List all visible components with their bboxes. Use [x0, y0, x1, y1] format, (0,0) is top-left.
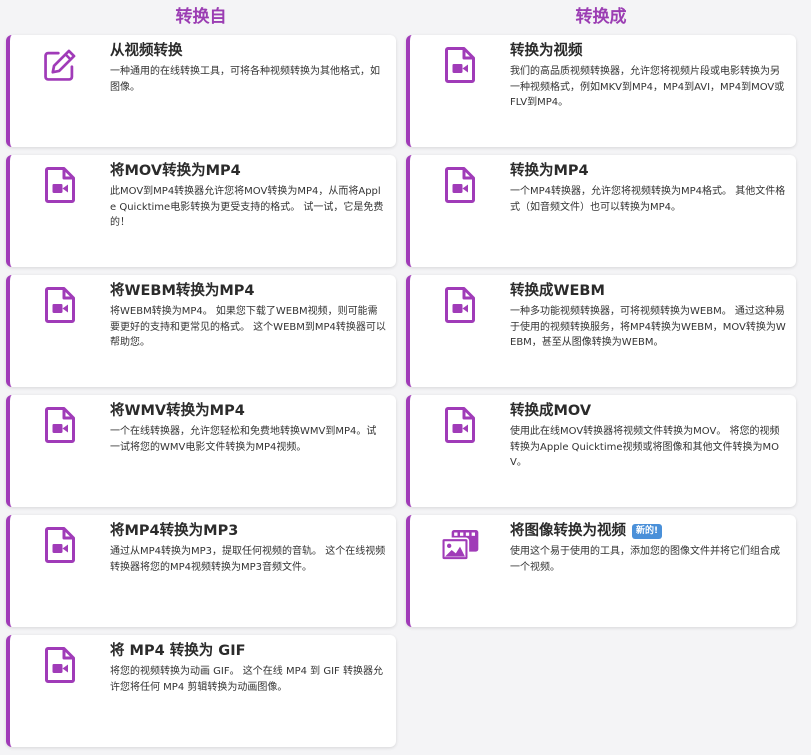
converter-card[interactable]: 将 MP4 转换为 GIF 将您的视频转换为动画 GIF。 这个在线 MP4 到 … — [6, 635, 396, 747]
video-file-icon — [440, 165, 480, 205]
converter-card[interactable]: 转换成WEBM 一种多功能视频转换器，可将视频转换为WEBM。 通过这种易于使用的… — [406, 275, 796, 387]
converter-card[interactable]: 将WEBM转换为MP4 将WEBM转换为MP4。 如果您下载了WEBM视频，则可能… — [6, 275, 396, 387]
card-title: 将MOV转换为MP4 — [110, 161, 386, 181]
card-title-text: 转换成MOV — [510, 403, 592, 419]
converter-card[interactable]: 从视频转换一种通用的在线转换工具，可将各种视频转换为其他格式，如图像。 — [6, 35, 396, 147]
video-file-icon — [40, 525, 80, 565]
card-title-text: 将 MP4 转换为 GIF — [110, 643, 246, 659]
video-file-icon — [440, 285, 480, 325]
convert-from-column: 转换自 从视频转换 一种通用的在线转换工具，可将各种视频转换为其他格式，如图像。将… — [6, 0, 396, 755]
card-title-text: 将WEBM转换为MP4 — [110, 283, 255, 299]
card-title: 将图像转换为视频 新的! — [510, 521, 786, 541]
card-title: 将WMV转换为MP4 — [110, 401, 386, 421]
converter-card[interactable]: 将MOV转换为MP4 此MOV到MP4转换器允许您将MOV转换为MP4，从而将Ap… — [6, 155, 396, 267]
card-title-text: 转换为视频 — [510, 43, 583, 59]
video-file-icon — [40, 165, 80, 205]
card-title: 转换为视频 — [510, 41, 786, 61]
card-title: 转换为MP4 — [510, 161, 786, 181]
card-title-text: 将WMV转换为MP4 — [110, 403, 245, 419]
converter-card[interactable]: 将图像转换为视频 新的! 使用这个易于使用的工具，添加您的图像文件并将它们组合成一个… — [406, 515, 796, 627]
video-file-icon — [40, 285, 80, 325]
card-description: 此MOV到MP4转换器允许您将MOV转换为MP4，从而将Apple Quickt… — [110, 186, 384, 228]
video-file-icon — [440, 45, 480, 85]
card-title: 将 MP4 转换为 GIF — [110, 641, 386, 661]
card-title: 将WEBM转换为MP4 — [110, 281, 386, 301]
card-title-text: 将图像转换为视频 — [510, 523, 626, 539]
card-description: 一种多功能视频转换器，可将视频转换为WEBM。 通过这种易于使用的视频转换服务，… — [510, 306, 786, 348]
card-description: 通过从MP4转换为MP3，提取任何视频的音轨。 这个在线视频转换器将您的MP4视… — [110, 546, 386, 573]
edit-icon — [40, 45, 80, 85]
column-title-convert-from: 转换自 — [175, 7, 227, 27]
card-title-text: 将MP4转换为MP3 — [110, 523, 239, 539]
card-description: 一个在线转换器，允许您轻松和免费地转换WMV到MP4。试一试将您的WMV电影文件… — [110, 426, 377, 453]
converter-card[interactable]: 转换成MOV 使用此在线MOV转换器将视频文件转换为MOV。 将您的视频转换为Ap… — [406, 395, 796, 507]
converter-card[interactable]: 将MP4转换为MP3 通过从MP4转换为MP3，提取任何视频的音轨。 这个在线视频… — [6, 515, 396, 627]
card-description: 将您的视频转换为动画 GIF。 这个在线 MP4 到 GIF 转换器允许您将任何… — [110, 666, 383, 693]
convert-from-list: 从视频转换一种通用的在线转换工具，可将各种视频转换为其他格式，如图像。将MOV转… — [6, 35, 396, 747]
card-description: 将WEBM转换为MP4。 如果您下载了WEBM视频，则可能需要更好的支持和更常见… — [110, 306, 386, 348]
column-title-convert-to: 转换成 — [575, 7, 627, 27]
card-title: 转换成MOV — [510, 401, 786, 421]
card-title-text: 转换成WEBM — [510, 283, 605, 299]
convert-to-column: 转换成 转换为视频我们的高品质视频转换器，允许您将视频片段或电影转换为另一种视频… — [406, 0, 796, 635]
card-description: 一个MP4转换器，允许您将视频转换为MP4格式。 其他文件格式（如音频文件）也可… — [510, 186, 786, 213]
card-description: 使用这个易于使用的工具，添加您的图像文件并将它们组合成一个视频。 — [510, 546, 780, 573]
converter-card[interactable]: 将WMV转换为MP4 一个在线转换器，允许您轻松和免费地转换WMV到MP4。试一试… — [6, 395, 396, 507]
video-file-icon — [40, 405, 80, 445]
video-file-icon — [440, 405, 480, 445]
new-badge: 新的! — [632, 524, 663, 539]
converter-card[interactable]: 转换为视频我们的高品质视频转换器，允许您将视频片段或电影转换为另一种视频格式，例… — [406, 35, 796, 147]
images-to-video-icon — [440, 525, 480, 565]
card-description: 一种通用的在线转换工具，可将各种视频转换为其他格式，如图像。 — [110, 66, 380, 93]
card-title-text: 将MOV转换为MP4 — [110, 163, 241, 179]
converter-card[interactable]: 转换为MP4 一个MP4转换器，允许您将视频转换为MP4格式。 其他文件格式（如音… — [406, 155, 796, 267]
card-title-text: 从视频转换 — [110, 43, 183, 59]
card-title: 将MP4转换为MP3 — [110, 521, 386, 541]
card-title: 从视频转换 — [110, 41, 386, 61]
card-title-text: 转换为MP4 — [510, 163, 589, 179]
convert-to-list: 转换为视频我们的高品质视频转换器，允许您将视频片段或电影转换为另一种视频格式，例… — [406, 35, 796, 627]
video-file-icon — [40, 645, 80, 685]
card-description: 我们的高品质视频转换器，允许您将视频片段或电影转换为另一种视频格式，例如MKV到… — [510, 66, 785, 108]
card-description: 使用此在线MOV转换器将视频文件转换为MOV。 将您的视频转换为Apple Qu… — [510, 426, 780, 468]
card-title: 转换成WEBM — [510, 281, 786, 301]
